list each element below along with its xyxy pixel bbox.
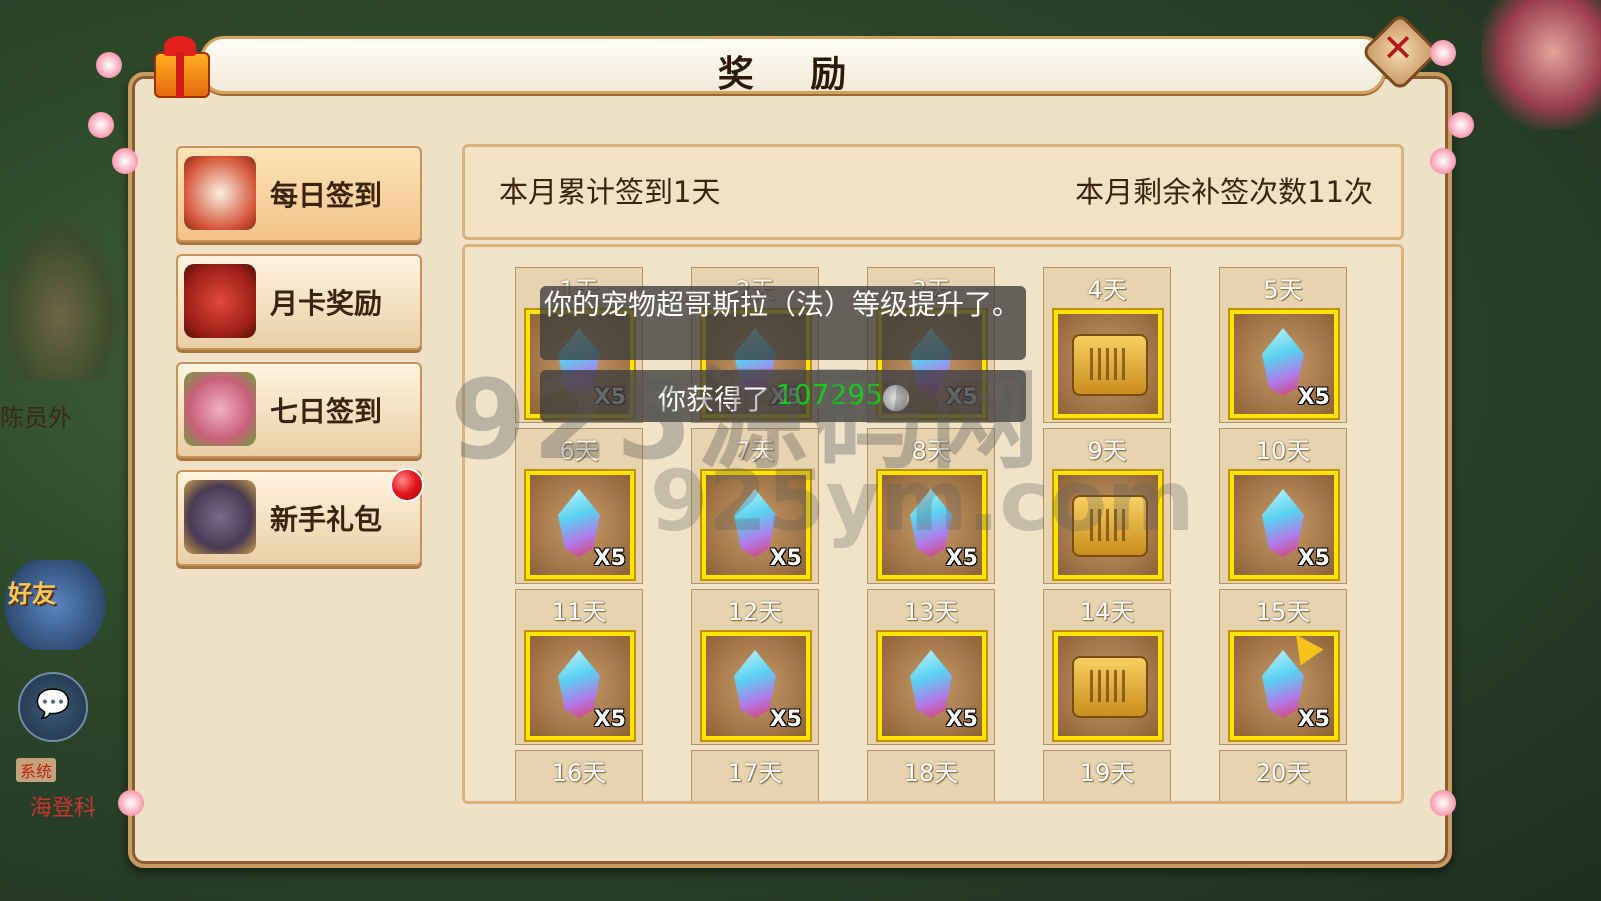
reward-item-slot[interactable] bbox=[1054, 632, 1162, 740]
flower-decoration-icon bbox=[96, 52, 122, 78]
day-label: 4天 bbox=[1087, 276, 1127, 304]
flower-decoration-icon bbox=[1448, 112, 1474, 138]
day-reward-cell[interactable]: 19天 bbox=[1043, 750, 1171, 801]
day-label: 8天 bbox=[911, 437, 951, 465]
day-reward-cell[interactable]: 20天 bbox=[1219, 750, 1347, 801]
flower-decoration-icon bbox=[112, 148, 138, 174]
silver-coin-icon bbox=[882, 384, 910, 412]
reward-item-slot[interactable]: X5 bbox=[702, 632, 810, 740]
item-quantity: X5 bbox=[1297, 546, 1330, 571]
tab-monthly-card[interactable]: 月卡奖励 bbox=[176, 254, 422, 350]
day-label: 10天 bbox=[1255, 437, 1311, 465]
day-label: 14天 bbox=[1079, 598, 1135, 626]
npc-name-label: 陈员外 bbox=[0, 404, 72, 432]
day-reward-cell[interactable]: 10天 X5 bbox=[1219, 428, 1347, 584]
day-reward-cell[interactable]: 13天 X5 bbox=[867, 589, 995, 745]
tab-label: 月卡奖励 bbox=[270, 287, 383, 320]
day-reward-cell[interactable]: 4天 bbox=[1043, 267, 1171, 423]
flower-decoration-icon bbox=[1430, 790, 1456, 816]
golden-scroll-icon bbox=[1072, 656, 1148, 718]
day-reward-cell[interactable]: 17天 bbox=[691, 750, 819, 801]
checkin-info-bar: 本月累计签到1天 本月剩余补签次数11次 bbox=[462, 144, 1404, 240]
monthly-checkin-count: 本月累计签到1天 bbox=[499, 175, 721, 209]
reward-item-slot[interactable] bbox=[1054, 310, 1162, 418]
system-message: 海登科 bbox=[30, 796, 97, 821]
day-label: 20天 bbox=[1255, 759, 1311, 787]
tab-label: 七日签到 bbox=[270, 395, 383, 428]
item-quantity: X5 bbox=[1297, 385, 1330, 410]
item-quantity: X5 bbox=[593, 707, 626, 732]
tab-daily-checkin[interactable]: 每日签到 bbox=[176, 146, 422, 242]
tab-newbie-gift[interactable]: 新手礼包 bbox=[176, 470, 422, 566]
item-quantity: X5 bbox=[769, 707, 802, 732]
reward-item-slot[interactable]: X5 bbox=[878, 471, 986, 579]
day-label: 13天 bbox=[903, 598, 959, 626]
scroll-roll-icon bbox=[184, 372, 256, 446]
item-quantity: X5 bbox=[945, 546, 978, 571]
day-reward-cell[interactable]: 15天 X5 bbox=[1219, 589, 1347, 745]
friends-button[interactable]: 好友 bbox=[0, 560, 110, 650]
tab-label: 每日签到 bbox=[270, 179, 383, 212]
day-label: 11天 bbox=[551, 598, 607, 626]
day-reward-cell[interactable]: 18天 bbox=[867, 750, 995, 801]
letter-seal-icon bbox=[184, 156, 256, 230]
player-avatar[interactable] bbox=[1481, 0, 1601, 130]
reward-gain-toast: 你获得了 107295 bbox=[540, 370, 1026, 422]
day-reward-cell[interactable]: 16天 bbox=[515, 750, 643, 801]
reward-item-slot[interactable]: X5 bbox=[526, 632, 634, 740]
day-label: 7天 bbox=[735, 437, 775, 465]
tab-seven-day-checkin[interactable]: 七日签到 bbox=[176, 362, 422, 458]
day-label: 18天 bbox=[903, 759, 959, 787]
day-label: 19天 bbox=[1079, 759, 1135, 787]
reward-item-slot[interactable]: X5 bbox=[526, 471, 634, 579]
gift-box-icon bbox=[148, 34, 212, 98]
pet-levelup-toast: 你的宠物超哥斯拉（法）等级提升了。 bbox=[540, 286, 1026, 360]
day-reward-cell[interactable]: 9天 bbox=[1043, 428, 1171, 584]
day-reward-cell[interactable]: 14天 bbox=[1043, 589, 1171, 745]
notification-badge bbox=[390, 468, 424, 502]
day-label: 9天 bbox=[1087, 437, 1127, 465]
day-reward-cell[interactable]: 12天 X5 bbox=[691, 589, 819, 745]
day-label: 12天 bbox=[727, 598, 783, 626]
golden-scroll-icon bbox=[1072, 495, 1148, 557]
day-label: 15天 bbox=[1255, 598, 1311, 626]
flower-decoration-icon bbox=[118, 790, 144, 816]
flower-decoration-icon bbox=[1430, 40, 1456, 66]
day-reward-cell[interactable]: 8天 X5 bbox=[867, 428, 995, 584]
gain-prefix: 你获得了 bbox=[658, 383, 771, 416]
flower-decoration-icon bbox=[1430, 148, 1456, 174]
dialog-title: 奖 励 bbox=[717, 54, 869, 95]
pot-icon bbox=[184, 264, 256, 338]
reward-item-slot[interactable]: X5 bbox=[1230, 310, 1338, 418]
close-icon[interactable]: ✕ bbox=[1378, 26, 1418, 70]
makeup-remaining-count: 本月剩余补签次数11次 bbox=[1075, 175, 1373, 209]
reward-item-slot[interactable]: X5 bbox=[878, 632, 986, 740]
item-quantity: X5 bbox=[769, 546, 802, 571]
bag-icon bbox=[184, 480, 256, 554]
reward-item-slot[interactable]: X5 bbox=[702, 471, 810, 579]
item-quantity: X5 bbox=[593, 546, 626, 571]
golden-scroll-icon bbox=[1072, 334, 1148, 396]
reward-item-slot[interactable] bbox=[1054, 471, 1162, 579]
day-label: 6天 bbox=[559, 437, 599, 465]
reward-item-slot[interactable]: X5 bbox=[1230, 471, 1338, 579]
day-label: 17天 bbox=[727, 759, 783, 787]
flower-decoration-icon bbox=[88, 112, 114, 138]
day-label: 16天 bbox=[551, 759, 607, 787]
friends-label: 好友 bbox=[8, 580, 56, 608]
chat-icon[interactable]: 💬 bbox=[18, 672, 88, 742]
dialog-title-bar: 奖 励 bbox=[200, 36, 1386, 95]
gain-amount: 107295 bbox=[776, 378, 883, 411]
system-tag: 系统 bbox=[16, 758, 57, 782]
day-reward-cell[interactable]: 11天 X5 bbox=[515, 589, 643, 745]
day-label: 5天 bbox=[1263, 276, 1303, 304]
item-quantity: X5 bbox=[945, 707, 978, 732]
day-reward-cell[interactable]: 6天 X5 bbox=[515, 428, 643, 584]
day-reward-cell[interactable]: 7天 X5 bbox=[691, 428, 819, 584]
pet-levelup-text: 你的宠物超哥斯拉（法）等级提升了。 bbox=[544, 288, 1021, 321]
day-reward-cell[interactable]: 5天 X5 bbox=[1219, 267, 1347, 423]
item-quantity: X5 bbox=[1297, 707, 1330, 732]
tab-label: 新手礼包 bbox=[270, 503, 383, 536]
npc-figure bbox=[0, 220, 120, 380]
